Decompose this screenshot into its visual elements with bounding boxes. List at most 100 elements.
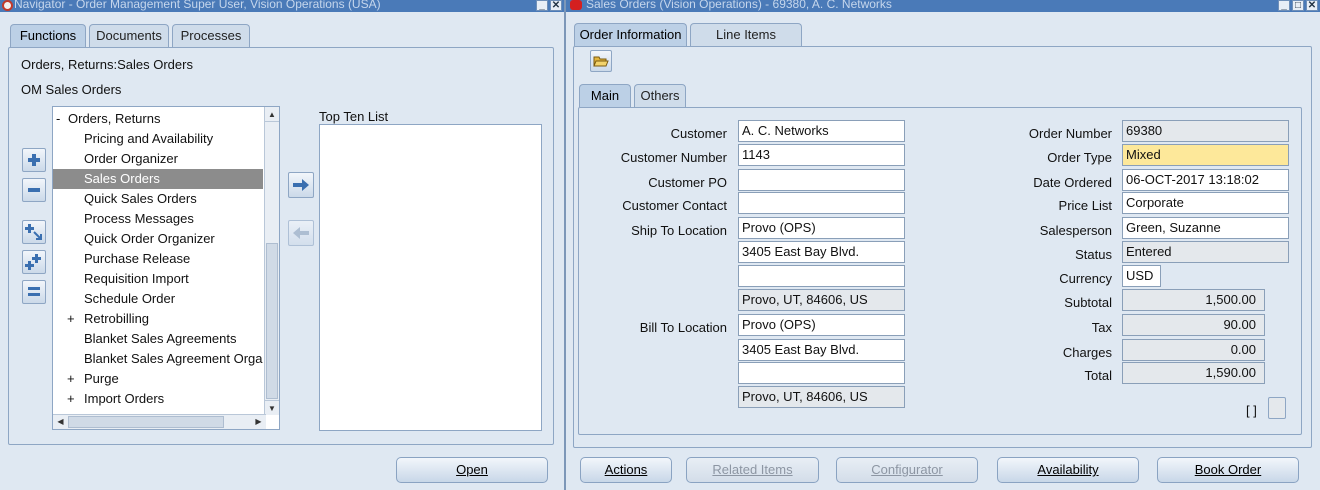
sales-orders-titlebar[interactable]: Sales Orders (Vision Operations) - 69380… <box>566 0 1320 12</box>
bill-to-city-state-zip: Provo, UT, 84606, US <box>738 386 905 408</box>
add-to-top-ten-button[interactable] <box>288 172 314 198</box>
expand-branch-icon <box>25 224 42 240</box>
close-icon[interactable]: ✕ <box>1306 0 1318 11</box>
availability-button[interactable]: Availability <box>997 457 1139 483</box>
arrow-right-icon <box>293 179 309 191</box>
navigator-titlebar[interactable]: Navigator - Order Management Super User,… <box>0 0 564 12</box>
price-list-label: Price List <box>1058 198 1112 213</box>
tree-item[interactable]: + Import Orders <box>53 389 263 409</box>
close-icon[interactable]: ✕ <box>550 0 562 11</box>
status-field: Entered <box>1122 241 1289 263</box>
customer-po-field[interactable] <box>738 169 905 191</box>
expand-all-icon <box>25 254 41 270</box>
collapse-node-icon[interactable]: - <box>56 109 60 129</box>
navigator-breadcrumb: Orders, Returns:Sales Orders <box>21 57 193 72</box>
currency-field[interactable]: USD <box>1122 265 1161 287</box>
oracle-forms-icon <box>570 0 582 10</box>
tree-horizontal-scrollbar[interactable]: ◀ ▶ <box>53 414 266 429</box>
tree-item[interactable]: + Purge <box>53 369 263 389</box>
tree-item[interactable]: Pricing and Availability <box>53 129 263 149</box>
scroll-right-icon[interactable]: ▶ <box>251 415 266 429</box>
expand-node-icon[interactable]: + <box>67 389 75 409</box>
expand-branch-button[interactable] <box>22 220 46 244</box>
bill-to-location-field[interactable]: Provo (OPS) <box>738 314 905 336</box>
expand-node-icon[interactable]: + <box>67 369 75 389</box>
ship-to-location-field[interactable]: Provo (OPS) <box>738 217 905 239</box>
collapse-all-button[interactable] <box>22 280 46 304</box>
scroll-left-icon[interactable]: ◀ <box>53 415 68 429</box>
tab-line-items[interactable]: Line Items <box>690 23 802 46</box>
tree-item[interactable]: Sales Orders <box>53 169 263 189</box>
scroll-up-icon[interactable]: ▲ <box>265 107 279 122</box>
tab-order-information[interactable]: Order Information <box>574 23 687 46</box>
tree-hscroll-thumb[interactable] <box>68 416 224 428</box>
top-ten-list[interactable] <box>319 124 542 431</box>
tree-item[interactable]: Requisition Import <box>53 269 263 289</box>
customer-number-field[interactable]: 1143 <box>738 144 905 166</box>
ship-to-address-line2[interactable] <box>738 265 905 287</box>
currency-label: Currency <box>1059 271 1112 286</box>
open-folder-button[interactable] <box>590 50 612 72</box>
configurator-button[interactable]: Configurator <box>836 457 978 483</box>
tree-item[interactable]: Purchase Release <box>53 249 263 269</box>
order-type-field[interactable]: Mixed <box>1122 144 1289 166</box>
expand-button[interactable] <box>22 148 46 172</box>
tree-item[interactable]: + Retrobilling <box>53 309 263 329</box>
book-order-button[interactable]: Book Order <box>1157 457 1299 483</box>
price-list-field[interactable]: Corporate <box>1122 192 1289 214</box>
bill-to-address-line2[interactable] <box>738 362 905 384</box>
tab-functions[interactable]: Functions <box>10 24 86 47</box>
ship-to-address-line1[interactable]: 3405 East Bay Blvd. <box>738 241 905 263</box>
tree-item[interactable]: Process Messages <box>53 209 263 229</box>
tree-vertical-scrollbar[interactable]: ▲ ▼ <box>264 107 279 415</box>
collapse-button[interactable] <box>22 178 46 202</box>
tree-vscroll-thumb[interactable] <box>266 243 278 399</box>
related-items-button-label: Related Items <box>712 462 793 477</box>
tree-item-label: Quick Sales Orders <box>84 191 197 206</box>
arrow-left-icon <box>293 227 309 239</box>
total-field: 1,590.00 <box>1122 362 1265 384</box>
tree-item-label: Blanket Sales Agreement Orga <box>84 351 263 366</box>
tree-item[interactable]: - Orders, Returns <box>53 109 263 129</box>
function-tree[interactable]: - Orders, Returns Pricing and Availability… <box>52 106 280 430</box>
status-label: Status <box>1075 247 1112 262</box>
salesperson-field[interactable]: Green, Suzanne <box>1122 217 1289 239</box>
remove-from-top-ten-button[interactable] <box>288 220 314 246</box>
subtotal-field: 1,500.00 <box>1122 289 1265 311</box>
related-items-button[interactable]: Related Items <box>686 457 819 483</box>
tab-processes[interactable]: Processes <box>172 24 250 47</box>
scroll-down-icon[interactable]: ▼ <box>265 400 279 415</box>
salesperson-label: Salesperson <box>1039 223 1112 238</box>
maximize-icon[interactable]: □ <box>1292 0 1304 11</box>
expand-all-button[interactable] <box>22 250 46 274</box>
tab-main[interactable]: Main <box>579 84 631 107</box>
tree-item-label: Sales Orders <box>84 171 160 186</box>
sales-orders-title: Sales Orders (Vision Operations) - 69380… <box>586 0 892 11</box>
oracle-app-icon <box>2 0 13 11</box>
tree-item[interactable]: Blanket Sales Agreement Orga <box>53 349 263 369</box>
actions-button[interactable]: Actions <box>580 457 672 483</box>
open-button[interactable]: Open <box>396 457 548 483</box>
tab-others[interactable]: Others <box>634 84 686 107</box>
customer-contact-field[interactable] <box>738 192 905 214</box>
customer-field[interactable]: A. C. Networks <box>738 120 905 142</box>
tree-item-label: Orders, Returns <box>68 111 161 126</box>
sales-orders-window: Sales Orders (Vision Operations) - 69380… <box>566 0 1320 490</box>
navigator-window: Navigator - Order Management Super User,… <box>0 0 564 490</box>
ship-to-location-label: Ship To Location <box>631 223 727 238</box>
date-ordered-field[interactable]: 06-OCT-2017 13:18:02 <box>1122 169 1289 191</box>
tree-item[interactable]: Schedule Order <box>53 289 263 309</box>
charges-label: Charges <box>1062 345 1112 360</box>
tree-item[interactable]: Blanket Sales Agreements <box>53 329 263 349</box>
descriptive-flexfield[interactable] <box>1268 397 1286 419</box>
customer-label: Customer <box>670 126 727 141</box>
customer-number-label: Customer Number <box>620 150 727 165</box>
tree-item[interactable]: Quick Order Organizer <box>53 229 263 249</box>
tree-item[interactable]: Order Organizer <box>53 149 263 169</box>
expand-node-icon[interactable]: + <box>67 309 75 329</box>
minimize-icon[interactable]: _ <box>1278 0 1290 11</box>
tab-documents[interactable]: Documents <box>89 24 169 47</box>
minimize-icon[interactable]: _ <box>536 0 548 11</box>
bill-to-address-line1[interactable]: 3405 East Bay Blvd. <box>738 339 905 361</box>
tree-item[interactable]: Quick Sales Orders <box>53 189 263 209</box>
